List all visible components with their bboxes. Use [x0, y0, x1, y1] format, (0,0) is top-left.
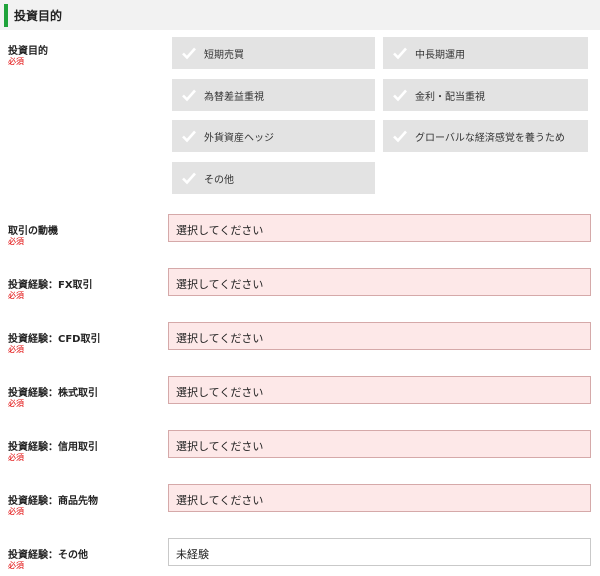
fx-experience-required-badge: 必須	[8, 291, 24, 300]
cfd-experience-select[interactable]: 選択してください	[168, 322, 591, 350]
checkbox-label: その他	[204, 175, 234, 186]
checkbox-label: 金利・配当重視	[415, 92, 485, 103]
select-value: 選択してください	[176, 332, 264, 345]
check-icon	[182, 130, 196, 143]
select-value: 選択してください	[176, 494, 264, 507]
section-title: 投資目的	[14, 9, 63, 23]
check-icon	[393, 47, 407, 60]
checkbox-option-fx-gain[interactable]: 為替差益重視	[172, 79, 375, 111]
checkbox-label: 短期売買	[204, 50, 244, 61]
check-icon	[182, 47, 196, 60]
section-accent-bar	[4, 4, 8, 27]
other-experience-required-badge: 必須	[8, 561, 24, 570]
motive-select[interactable]: 選択してください	[168, 214, 591, 242]
select-value: 選択してください	[176, 386, 264, 399]
other-experience-label: 投資経験：その他	[8, 550, 88, 561]
margin-experience-select[interactable]: 選択してください	[168, 430, 591, 458]
other-experience-select[interactable]: 未経験	[168, 538, 591, 566]
futures-experience-required-badge: 必須	[8, 507, 24, 516]
checkbox-option-other[interactable]: その他	[172, 162, 375, 194]
select-value: 選択してください	[176, 278, 264, 291]
margin-experience-required-badge: 必須	[8, 453, 24, 462]
motive-label: 取引の動機	[8, 226, 58, 237]
purpose-required-badge: 必須	[8, 57, 24, 66]
check-icon	[182, 172, 196, 185]
select-value: 未経験	[176, 548, 209, 561]
stock-experience-label: 投資経験：株式取引	[8, 388, 98, 399]
purpose-label: 投資目的	[8, 46, 48, 57]
cfd-experience-required-badge: 必須	[8, 345, 24, 354]
checkbox-option-interest-dividend[interactable]: 金利・配当重視	[383, 79, 588, 111]
checkbox-label: 外貨資産ヘッジ	[204, 133, 274, 144]
stock-experience-required-badge: 必須	[8, 399, 24, 408]
check-icon	[393, 130, 407, 143]
futures-experience-select[interactable]: 選択してください	[168, 484, 591, 512]
checkbox-label: 為替差益重視	[204, 92, 264, 103]
checkbox-label: 中長期運用	[415, 50, 465, 61]
checkbox-option-global-sense[interactable]: グローバルな経済感覚を養うため	[383, 120, 588, 152]
checkbox-option-short-term[interactable]: 短期売買	[172, 37, 375, 69]
stock-experience-select[interactable]: 選択してください	[168, 376, 591, 404]
select-value: 選択してください	[176, 440, 264, 453]
section-header: 投資目的	[0, 0, 600, 30]
select-value: 選択してください	[176, 224, 264, 237]
cfd-experience-label: 投資経験：CFD取引	[8, 334, 101, 345]
futures-experience-label: 投資経験：商品先物	[8, 496, 98, 507]
check-icon	[182, 89, 196, 102]
checkbox-label: グローバルな経済感覚を養うため	[415, 133, 565, 144]
check-icon	[393, 89, 407, 102]
fx-experience-label: 投資経験：FX取引	[8, 280, 93, 291]
motive-required-badge: 必須	[8, 237, 24, 246]
checkbox-option-fx-hedge[interactable]: 外貨資産ヘッジ	[172, 120, 375, 152]
fx-experience-select[interactable]: 選択してください	[168, 268, 591, 296]
checkbox-option-long-term[interactable]: 中長期運用	[383, 37, 588, 69]
margin-experience-label: 投資経験：信用取引	[8, 442, 98, 453]
